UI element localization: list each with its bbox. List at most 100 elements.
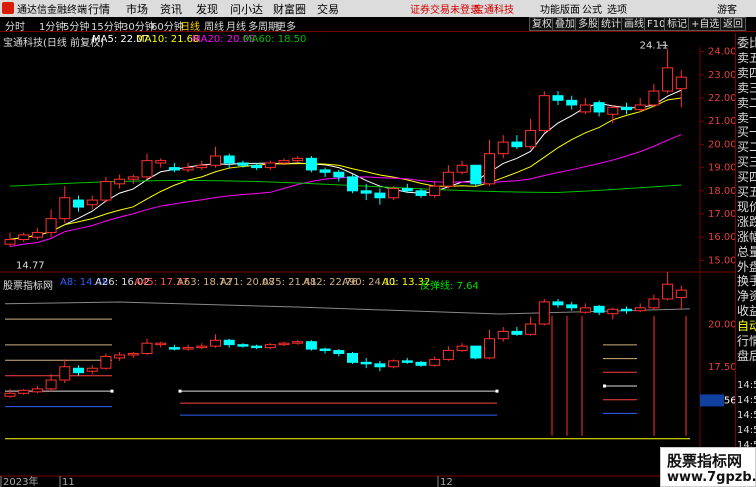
quote-field-label: 收益: [737, 304, 756, 319]
indicator-candle: [634, 307, 646, 312]
candle: [251, 164, 263, 169]
candle: [456, 164, 468, 173]
indicator-candle: [621, 308, 632, 312]
candle: [552, 95, 564, 101]
quote-field-label: 净资: [737, 289, 756, 304]
ma5-line: [9, 89, 682, 241]
candle: [621, 106, 632, 111]
indicator-candle: [593, 305, 605, 313]
indicator-candle: [45, 379, 57, 390]
candle: [401, 187, 413, 192]
price-tick-label: 19.00: [708, 163, 735, 174]
price-tick-label: 15.00: [708, 255, 735, 266]
quote-field-label: 买四: [737, 170, 756, 185]
indicator-candle: [141, 342, 153, 354]
low-price-label: 14.77: [16, 261, 45, 272]
level-dot: [178, 389, 182, 393]
candle: [388, 187, 400, 199]
indicator-candle: [552, 301, 564, 306]
kline-chart[interactable]: 24.00 23.00 22.00 21.00 20.00 19.00 18.00 17.00…: [0, 0, 735, 487]
candle: [237, 162, 249, 166]
indicator-candle: [4, 392, 16, 397]
price-tick-label: 21.00: [708, 116, 735, 127]
quote-field-label: 涨跌: [737, 214, 756, 229]
quote-field-label: 自动: [737, 319, 756, 334]
watermark-url: www.7gpzb.com: [667, 470, 756, 485]
indicator-candle: [347, 352, 358, 363]
indicator-candle: [675, 289, 687, 298]
price-tick-label: 23.00: [708, 70, 735, 81]
quote-field-label: 卖四: [737, 65, 756, 80]
candle: [196, 164, 208, 169]
quote-field-label: 卖五: [737, 50, 756, 65]
indicator-candle: [73, 367, 84, 374]
candle: [141, 160, 153, 178]
candle: [114, 178, 126, 185]
indicator-candle: [86, 367, 98, 372]
indicator-candle: [292, 341, 304, 344]
watermark: 股票指标网 www.7gpzb.com: [660, 447, 756, 487]
indicator-candle: [648, 298, 660, 309]
candle: [415, 190, 427, 196]
price-tick-label: 20.00: [708, 139, 735, 150]
quote-field-label: 涨幅: [737, 229, 756, 244]
candle: [223, 155, 235, 164]
indicator-candle: [210, 339, 221, 347]
candle: [470, 164, 482, 185]
candle: [59, 197, 71, 220]
quote-field-label: 换手: [737, 274, 756, 289]
indicator-tick-label: 20.00: [708, 319, 735, 330]
trade-time: 14:50: [737, 380, 756, 391]
indicator-candle: [59, 366, 71, 381]
quote-side-panel: 委比卖五卖四卖三卖二卖一买一买二买三买四买五现价涨跌涨幅总量外盘换手净资收益自动…: [735, 33, 756, 487]
indicator-candle: [155, 342, 167, 346]
indicator-candle: [278, 342, 290, 346]
candle: [675, 76, 687, 90]
price-tick-label: 24.00: [708, 47, 735, 58]
ma10-line: [9, 97, 682, 241]
indicator-tick-label: 17.50: [708, 362, 735, 373]
candle: [442, 171, 454, 187]
indicator-candle: [566, 304, 578, 309]
candle: [86, 199, 98, 206]
quote-field-label: 卖二: [737, 95, 756, 110]
level-dot: [110, 389, 114, 393]
quote-field-label: 卖三: [737, 80, 756, 95]
indicator-candle: [237, 344, 249, 347]
candle: [607, 106, 619, 115]
candle: [168, 167, 180, 171]
candle: [305, 157, 317, 171]
candle: [538, 95, 550, 131]
watermark-title: 股票指标网: [667, 452, 743, 470]
price-tick-label: 22.00: [708, 93, 735, 104]
candle: [182, 167, 194, 171]
indicator-candle: [319, 348, 331, 352]
indicator-candle: [429, 358, 441, 366]
candle: [648, 90, 660, 106]
indicator-candle: [127, 352, 139, 356]
candle: [333, 171, 345, 178]
indicator-candle: [223, 339, 235, 346]
candle: [634, 104, 646, 111]
candle: [45, 218, 57, 234]
indicator-candle: [31, 388, 43, 393]
candle: [497, 141, 509, 155]
quote-field-label: 买五: [737, 185, 756, 199]
quote-field-label: 委比: [737, 36, 756, 50]
candle: [18, 234, 30, 241]
candle: [127, 176, 139, 180]
indicator-candle: [196, 345, 208, 349]
candle: [360, 190, 372, 194]
candle: [210, 155, 221, 166]
date-label: 11: [62, 477, 75, 487]
trade-time: 14:50: [737, 425, 756, 436]
quote-field-label: 卖一: [737, 110, 756, 125]
indicator-candle: [182, 347, 194, 350]
indicator-candle: [100, 355, 112, 369]
indicator-candle: [18, 389, 30, 394]
candle: [347, 176, 358, 192]
level-dot: [603, 384, 606, 388]
indicator-candle: [415, 361, 427, 366]
indicator-candle: [374, 363, 386, 368]
quote-field-label: 外盘: [737, 259, 756, 274]
